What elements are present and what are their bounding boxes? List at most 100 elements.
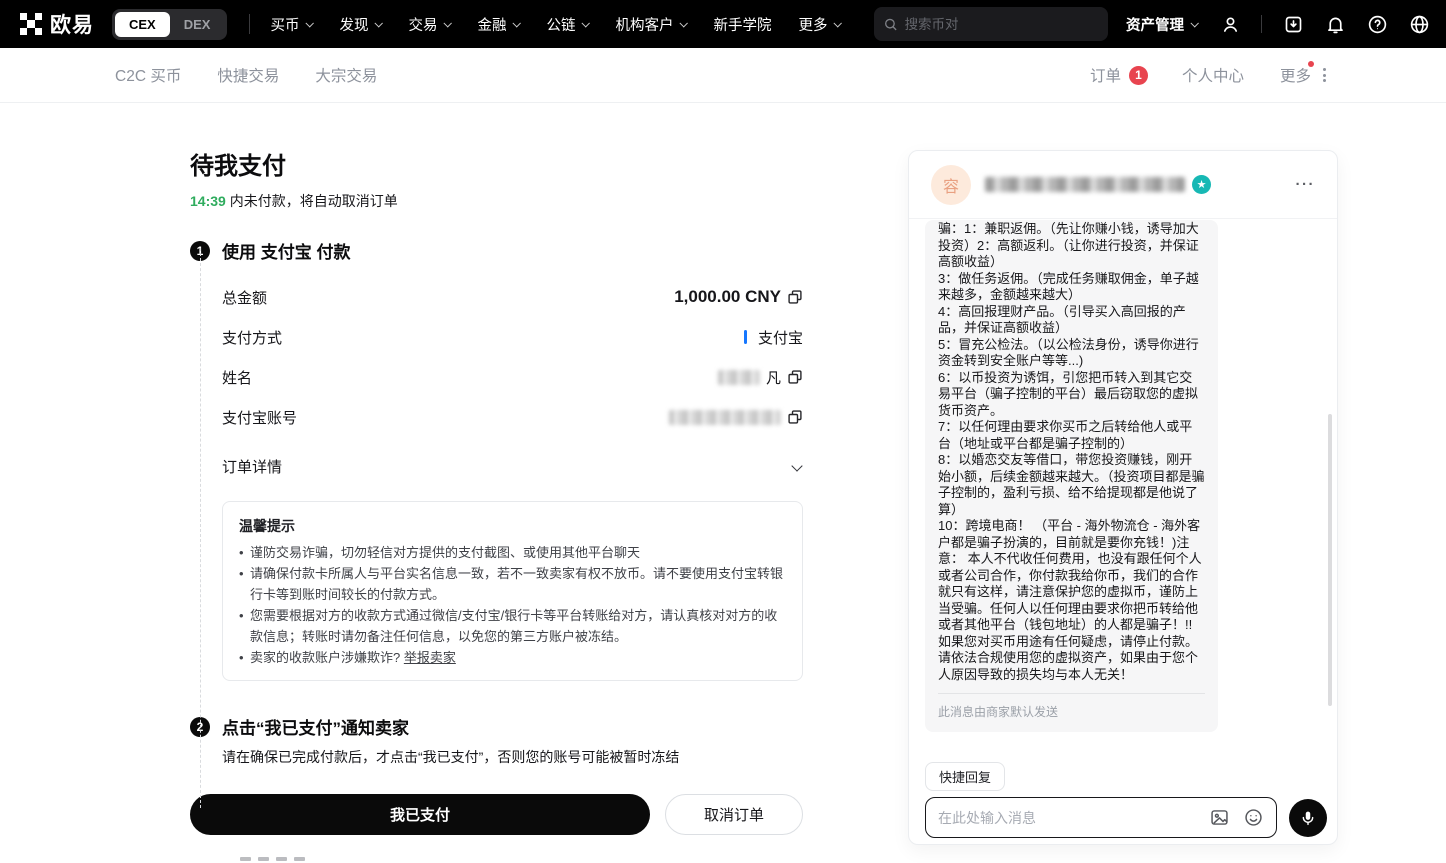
- amount-row: 总金额 1,000.00 CNY: [222, 277, 803, 317]
- chat-message-input[interactable]: [938, 810, 1196, 826]
- payment-method-value: 支付宝: [758, 327, 803, 348]
- countdown-timer: 14:39: [190, 193, 226, 209]
- chat-messages[interactable]: 骗：1：兼职返佣。（先让你赚小钱，诱导加大投资）2：高额返利。（让你进行投资，并…: [909, 220, 1337, 760]
- menu-chain[interactable]: 公链: [546, 14, 588, 35]
- cex-dex-toggle: CEX DEX: [112, 9, 227, 40]
- alipay-icon: [744, 330, 747, 344]
- chevron-down-icon: [834, 19, 842, 27]
- chat-input-row: [925, 797, 1327, 838]
- assets-menu[interactable]: 资产管理: [1126, 14, 1197, 35]
- order-panel: 待我支付 14:39 内未付款，将自动取消订单 1 使用 支付宝 付款 总金额 …: [190, 146, 803, 835]
- countdown-note: 内未付款，将自动取消订单: [226, 193, 398, 209]
- report-seller-link[interactable]: 举报卖家: [404, 650, 456, 665]
- step-2-header: 2 点击“我已支付”通知卖家: [190, 714, 803, 739]
- order-details-toggle[interactable]: 订单详情: [222, 445, 803, 487]
- divider: [1261, 15, 1262, 33]
- payment-method-row: 支付方式 支付宝: [222, 317, 803, 357]
- menu-trade[interactable]: 交易: [408, 14, 450, 35]
- okx-logo-icon: [20, 13, 42, 35]
- chevron-down-icon: [513, 19, 521, 27]
- step-2-note: 请在确保已完成付款后，才点击“我已支付”，否则您的账号可能被暂时冻结: [222, 747, 803, 767]
- chat-menu-icon[interactable]: ···: [1296, 176, 1316, 193]
- chevron-down-icon: [306, 19, 314, 27]
- notice-item: 谨防交易诈骗，切勿轻信对方提供的支付截图、或使用其他平台聊天: [239, 542, 786, 563]
- help-icon[interactable]: [1366, 13, 1388, 35]
- merchant-avatar: 容: [931, 165, 971, 205]
- tab-block-trade[interactable]: 大宗交易: [315, 64, 377, 86]
- payee-name-row: 姓名 凡: [222, 357, 803, 397]
- okx-brand[interactable]: 欧易: [20, 9, 94, 39]
- more-menu[interactable]: 更多: [1280, 64, 1328, 86]
- tab-express-trade[interactable]: 快捷交易: [217, 64, 279, 86]
- attach-image-icon[interactable]: [1208, 807, 1230, 829]
- chat-panel: 容 ★ ··· 骗：1：兼职返佣。（先让你赚小钱，诱导加大投资）2：高额返利。（…: [908, 150, 1338, 845]
- download-app-icon[interactable]: [1282, 13, 1304, 35]
- verified-badge-icon: ★: [1192, 175, 1211, 194]
- redacted-name: [718, 370, 760, 385]
- step-1-title: 使用 支付宝 付款: [222, 238, 350, 263]
- toggle-dex[interactable]: DEX: [170, 12, 225, 37]
- chevron-down-icon: [375, 19, 383, 27]
- chevron-down-icon: [444, 19, 452, 27]
- toggle-cex[interactable]: CEX: [115, 12, 170, 37]
- payment-fields: 总金额 1,000.00 CNY 支付方式 支付宝 姓名 凡: [222, 277, 803, 437]
- i-have-paid-button[interactable]: 我已支付: [190, 794, 650, 835]
- search-input[interactable]: [905, 17, 1098, 32]
- chat-input-box[interactable]: [925, 797, 1277, 838]
- page-title: 待我支付: [190, 146, 803, 181]
- merchant-message-text: 骗：1：兼职返佣。（先让你赚小钱，诱导加大投资）2：高额返利。（让你进行投资，并…: [938, 221, 1205, 683]
- cancel-order-button[interactable]: 取消订单: [665, 794, 803, 835]
- step-1-header: 1 使用 支付宝 付款: [190, 238, 803, 263]
- profile-icon[interactable]: [1219, 13, 1241, 35]
- merchant-message-bubble: 骗：1：兼职返佣。（先让你赚小钱，诱导加大投资）2：高额返利。（让你进行投资，并…: [925, 220, 1218, 732]
- step-2-title: 点击“我已支付”通知卖家: [222, 714, 409, 739]
- orders-link[interactable]: 订单 1: [1090, 64, 1148, 86]
- divider: [249, 14, 250, 34]
- countdown-line: 14:39 内未付款，将自动取消订单: [190, 191, 803, 211]
- redacted-account: [669, 410, 781, 425]
- menu-more[interactable]: 更多: [798, 14, 840, 35]
- tab-c2c-buy[interactable]: C2C 买币: [115, 64, 181, 86]
- search-icon: [884, 17, 898, 32]
- step-connector: [200, 248, 201, 808]
- menu-institutional[interactable]: 机构客户: [615, 14, 686, 35]
- menu-discover[interactable]: 发现: [339, 14, 381, 35]
- notice-item: 您需要根据对方的收款方式通过微信/支付宝/银行卡等平台转账给对方，请认真核对对方…: [239, 605, 786, 647]
- chevron-down-icon: [1190, 19, 1198, 27]
- copy-amount-icon[interactable]: [787, 289, 803, 305]
- notice-item: 请确保付款卡所属人与平台实名信息一致，若不一致卖家有权不放币。请不要使用支付宝转…: [239, 563, 786, 605]
- menu-finance[interactable]: 金融: [477, 14, 519, 35]
- kebab-menu-icon[interactable]: [1321, 66, 1328, 84]
- profile-center-link[interactable]: 个人中心: [1182, 64, 1244, 86]
- pair-search-box[interactable]: [874, 7, 1108, 41]
- cutoff-section: [240, 857, 305, 861]
- orders-count-badge: 1: [1129, 66, 1148, 85]
- notice-item: 卖家的收款账户涉嫌欺诈? 举报卖家: [239, 647, 786, 668]
- copy-account-icon[interactable]: [787, 409, 803, 425]
- message-footer-note: 此消息由商家默认发送: [938, 693, 1205, 720]
- brand-name: 欧易: [50, 9, 94, 39]
- notice-title: 温馨提示: [239, 516, 786, 536]
- menu-buy-crypto[interactable]: 买币: [270, 14, 312, 35]
- emoji-icon[interactable]: [1242, 807, 1264, 829]
- name-visible-char: 凡: [766, 367, 781, 388]
- top-navbar: 欧易 CEX DEX 买币 发现 交易 金融 公链 机构客户 新手学院 更多 资…: [0, 0, 1446, 48]
- notice-box: 温馨提示 谨防交易诈骗，切勿轻信对方提供的支付截图、或使用其他平台聊天 请确保付…: [222, 501, 803, 681]
- chevron-down-icon: [680, 19, 688, 27]
- top-icons: [1219, 13, 1430, 35]
- alipay-account-row: 支付宝账号: [222, 397, 803, 437]
- amount-value: 1,000.00 CNY: [674, 287, 781, 307]
- voice-message-button[interactable]: [1289, 799, 1327, 837]
- redacted-merchant-name: [985, 177, 1185, 192]
- action-buttons: 我已支付 取消订单: [190, 794, 803, 835]
- copy-name-icon[interactable]: [787, 369, 803, 385]
- chevron-down-icon: [791, 460, 802, 471]
- language-globe-icon[interactable]: [1408, 13, 1430, 35]
- menu-academy[interactable]: 新手学院: [713, 14, 771, 35]
- chevron-down-icon: [582, 19, 590, 27]
- notification-dot: [1308, 61, 1314, 67]
- top-menu: 买币 发现 交易 金融 公链 机构客户 新手学院 更多: [270, 14, 840, 35]
- chat-scrollbar[interactable]: [1328, 414, 1332, 706]
- quick-reply-button[interactable]: 快捷回复: [925, 762, 1005, 791]
- notifications-bell-icon[interactable]: [1324, 13, 1346, 35]
